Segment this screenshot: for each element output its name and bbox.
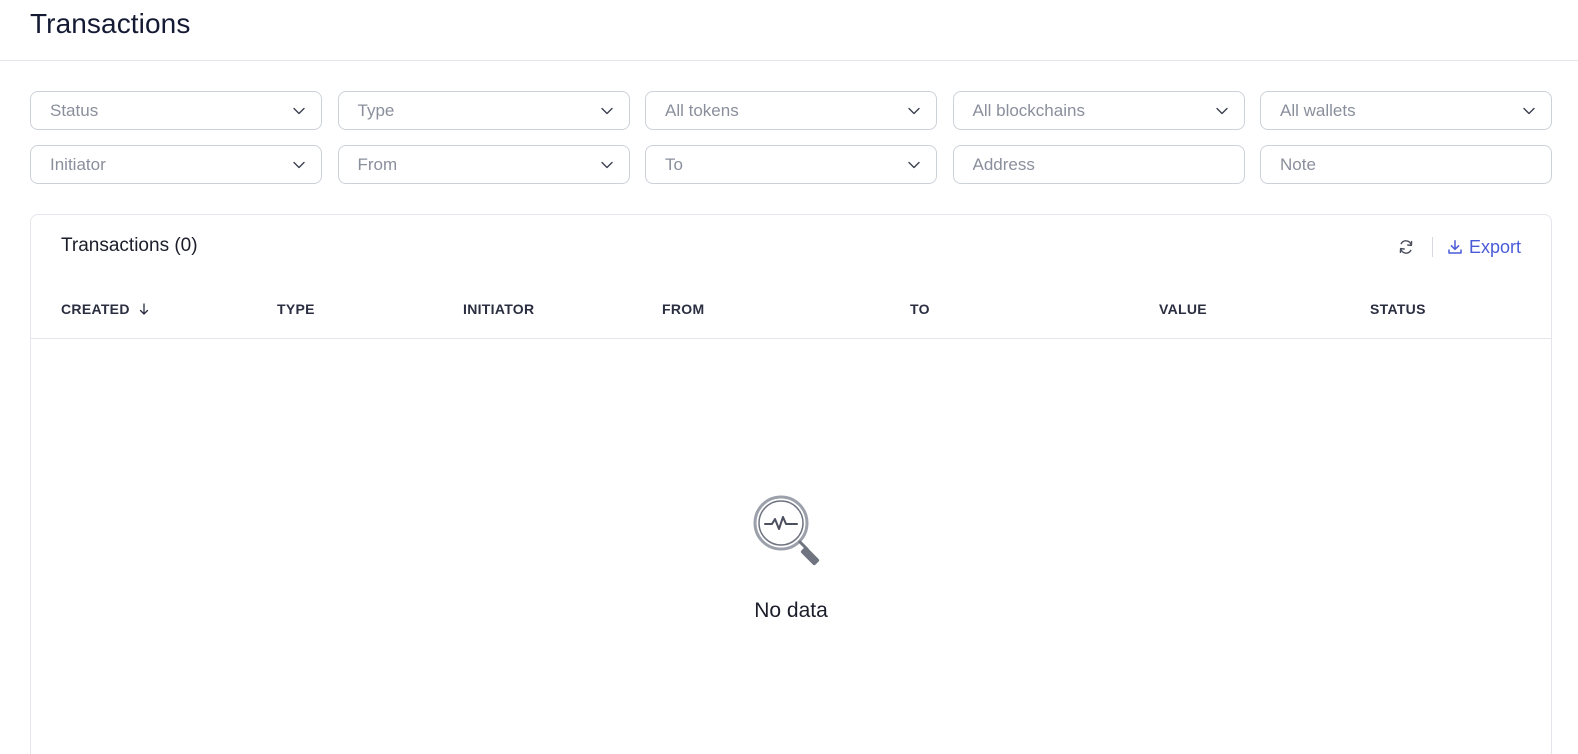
column-value[interactable]: VALUE	[1159, 301, 1207, 317]
blockchains-filter[interactable]: All blockchains	[952, 91, 1245, 130]
to-filter-label: To	[665, 154, 683, 174]
magnifier-pulse-icon	[753, 495, 820, 566]
export-button[interactable]: Export	[1447, 237, 1521, 258]
from-filter[interactable]: From	[337, 145, 630, 184]
initiator-filter[interactable]: Initiator	[30, 145, 322, 184]
status-filter[interactable]: Status	[30, 91, 322, 130]
column-status-label: STATUS	[1370, 301, 1426, 317]
refresh-button[interactable]	[1396, 237, 1416, 257]
empty-state: No data	[31, 493, 1551, 623]
column-type[interactable]: TYPE	[277, 301, 315, 317]
chevron-down-icon	[293, 107, 305, 114]
empty-state-text: No data	[754, 599, 828, 622]
chevron-down-icon	[293, 161, 305, 168]
column-from-label: FROM	[662, 301, 705, 317]
column-value-label: VALUE	[1159, 301, 1207, 317]
refresh-icon	[1399, 240, 1413, 254]
page-header: Transactions	[0, 0, 1578, 61]
type-filter[interactable]: Type	[337, 91, 630, 130]
blockchains-filter-label: All blockchains	[972, 100, 1085, 120]
actions-divider	[1431, 237, 1433, 257]
initiator-filter-label: Initiator	[50, 154, 106, 174]
to-filter[interactable]: To	[645, 145, 937, 184]
column-initiator[interactable]: INITIATOR	[463, 301, 534, 317]
arrow-down-icon	[139, 303, 148, 315]
note-input[interactable]	[1261, 146, 1551, 183]
wallets-filter[interactable]: All wallets	[1260, 91, 1552, 130]
column-created-label: CREATED	[61, 301, 130, 317]
tokens-filter[interactable]: All tokens	[645, 91, 937, 130]
chevron-down-icon	[600, 161, 613, 168]
filters-panel: Status Type All tokens All blockchains A…	[30, 91, 1552, 184]
wallets-filter-label: All wallets	[1280, 100, 1356, 120]
column-to-label: TO	[910, 301, 930, 317]
column-status[interactable]: STATUS	[1370, 301, 1426, 317]
address-input[interactable]	[953, 146, 1244, 183]
tokens-filter-label: All tokens	[665, 100, 739, 120]
chevron-down-icon	[600, 107, 613, 114]
card-actions: Export	[1396, 235, 1521, 259]
transactions-count-title: Transactions (0)	[61, 235, 198, 256]
chevron-down-icon	[908, 161, 920, 168]
chevron-down-icon	[1215, 107, 1228, 114]
type-filter-label: Type	[357, 100, 395, 120]
address-field-wrap	[952, 145, 1245, 184]
column-to[interactable]: TO	[910, 301, 930, 317]
column-from[interactable]: FROM	[662, 301, 704, 317]
from-filter-label: From	[357, 154, 398, 174]
download-icon	[1448, 240, 1462, 254]
transactions-card: Transactions (0) Export CREATED TYPE INI…	[30, 214, 1552, 754]
status-filter-label: Status	[50, 100, 99, 120]
column-type-label: TYPE	[277, 301, 315, 317]
page-title: Transactions	[30, 8, 191, 39]
column-initiator-label: INITIATOR	[463, 301, 535, 317]
note-field-wrap	[1260, 145, 1552, 184]
export-label: Export	[1468, 236, 1521, 257]
table-header: CREATED TYPE INITIATOR FROM TO VALUE STA…	[31, 287, 1551, 339]
chevron-down-icon	[908, 107, 920, 114]
chevron-down-icon	[1523, 107, 1535, 114]
column-created[interactable]: CREATED	[61, 301, 150, 317]
